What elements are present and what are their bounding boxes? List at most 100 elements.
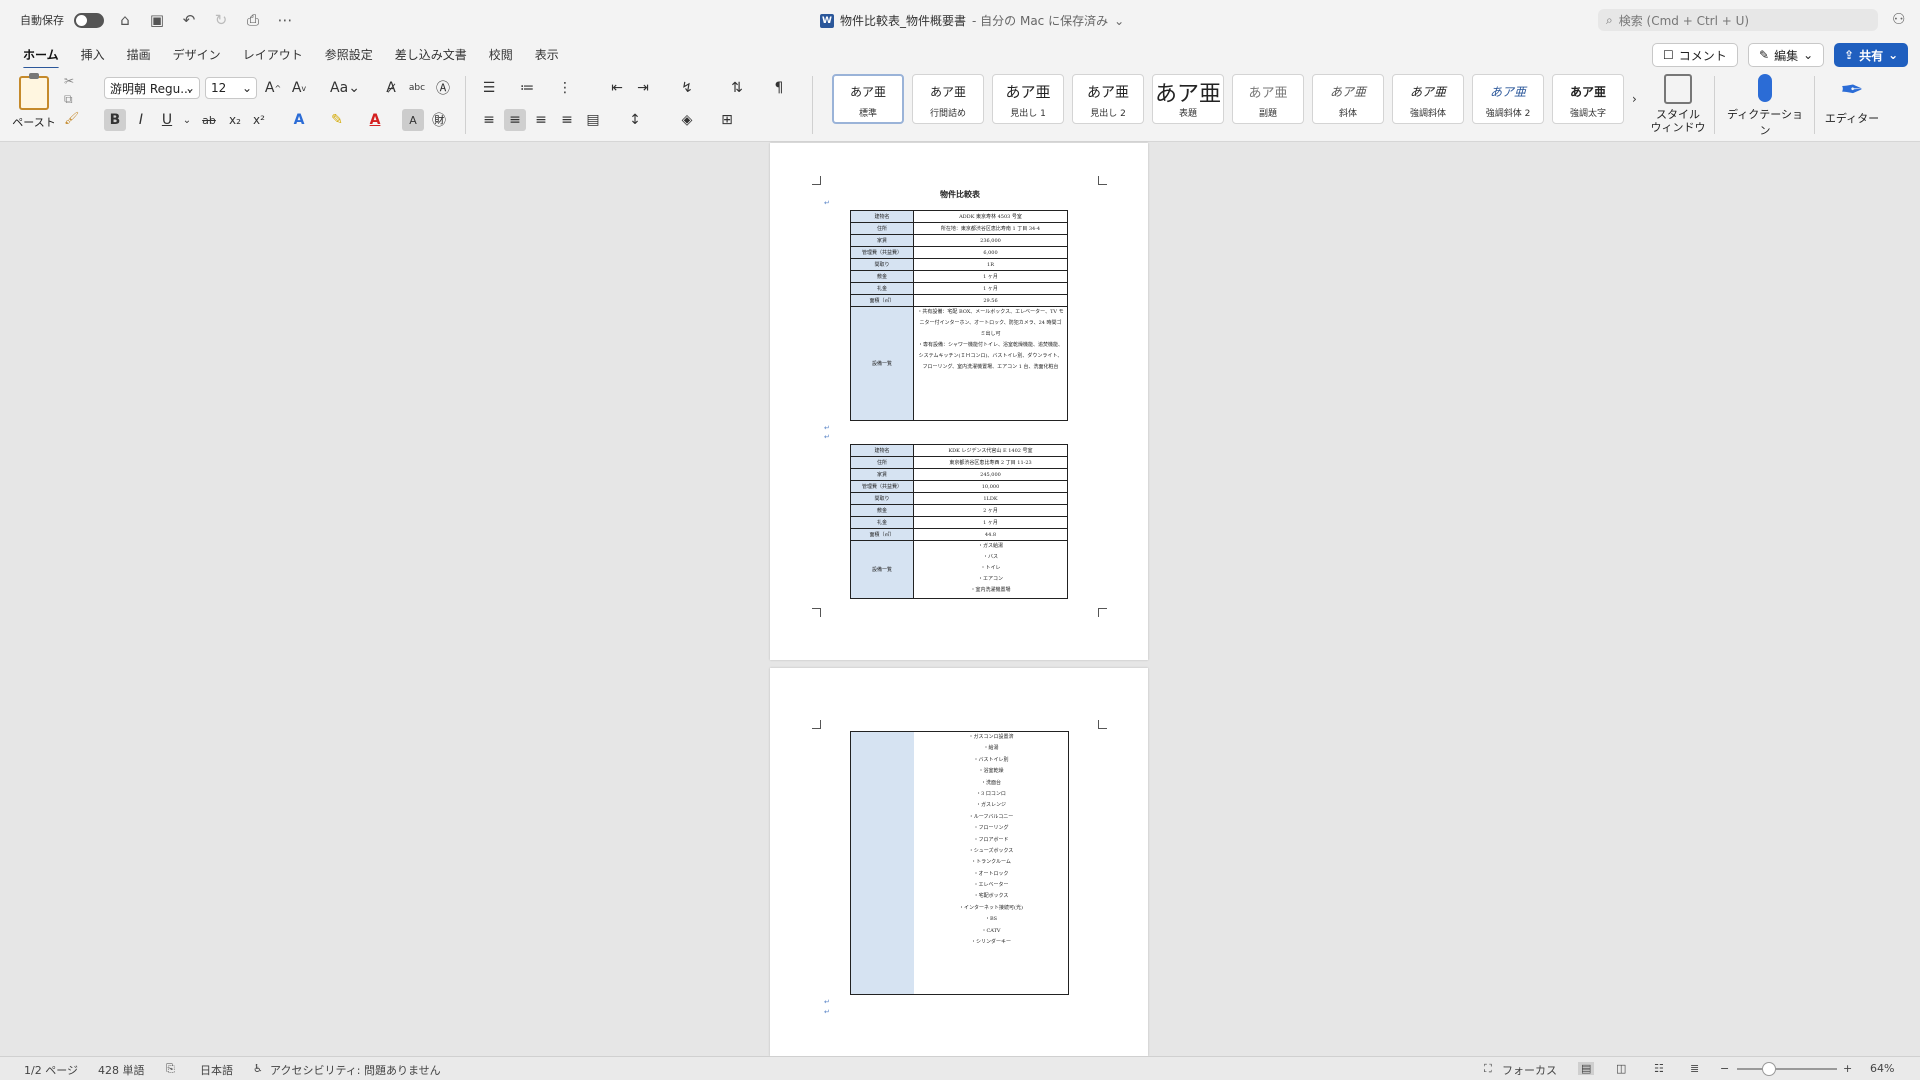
style-intense-emphasis[interactable]: あア亜 強調斜体 2 xyxy=(1472,74,1544,124)
justify-icon[interactable]: ≡ xyxy=(556,109,578,131)
zoom-slider[interactable] xyxy=(1737,1068,1837,1070)
paste-button[interactable]: ペースト xyxy=(12,73,56,130)
row-value[interactable]: 1 ヶ月 xyxy=(913,516,1068,529)
row-label[interactable]: 家賃 xyxy=(850,468,914,481)
enclose-characters-icon[interactable]: ㊖ xyxy=(428,109,450,131)
page-count[interactable]: 1/2 ページ xyxy=(24,1062,78,1078)
increase-indent-icon[interactable]: ⇥ xyxy=(632,77,654,99)
align-right-icon[interactable]: ≡ xyxy=(530,109,552,131)
sort-icon[interactable]: ⇅ xyxy=(726,77,748,99)
row-value[interactable]: 245,000 xyxy=(913,468,1068,481)
numbering-icon[interactable]: ≔ xyxy=(516,77,538,99)
facility-label[interactable]: 設備一覧 xyxy=(850,306,914,421)
proofing-icon[interactable]: ⎘ xyxy=(166,1062,175,1076)
row-value[interactable]: ADDK 東京寿林 4503 号室 xyxy=(913,210,1068,223)
word-count[interactable]: 428 単語 xyxy=(98,1062,145,1078)
row-label[interactable]: 敷金 xyxy=(850,504,914,517)
editor-button[interactable]: ✒ エディター xyxy=(1822,74,1882,126)
facility-value[interactable]: ・ガス給湯 ・バス ・トイレ ・エアコン ・室内洗濯機置場 xyxy=(913,540,1068,599)
font-name-select[interactable]: 游明朝 Regu... ⌄ xyxy=(104,77,200,99)
row-value[interactable]: 2 ヶ月 xyxy=(913,504,1068,517)
tab-review[interactable]: 校閲 xyxy=(478,42,524,67)
tab-mailings[interactable]: 差し込み文書 xyxy=(384,42,478,67)
save-icon[interactable]: ▣ xyxy=(146,11,168,29)
change-case-button[interactable]: Aa ⌄ xyxy=(328,77,362,99)
italic-button[interactable]: I xyxy=(130,109,152,131)
tab-view[interactable]: 表示 xyxy=(524,42,570,67)
row-value[interactable]: KDK レジデンス代官山 E 1402 号室 xyxy=(913,444,1068,457)
row-value[interactable]: 236,000 xyxy=(913,234,1068,247)
comment-button[interactable]: ☐ コメント xyxy=(1652,43,1738,67)
text-direction-icon[interactable]: ↯ xyxy=(676,77,698,99)
show-marks-icon[interactable]: ¶ xyxy=(768,77,790,99)
zoom-out-icon[interactable]: − xyxy=(1720,1062,1729,1075)
subscript-button[interactable]: x₂ xyxy=(224,109,246,131)
align-center-icon[interactable]: ≡ xyxy=(504,109,526,131)
row-value[interactable]: 10,000 xyxy=(913,480,1068,493)
row-value[interactable]: 6,000 xyxy=(913,246,1068,259)
row-label[interactable]: 面積（㎡） xyxy=(850,294,914,307)
table-continued-label-cell[interactable] xyxy=(850,731,915,995)
line-spacing-icon[interactable]: ↕ xyxy=(624,109,646,131)
autosave-toggle[interactable] xyxy=(74,12,104,28)
row-value[interactable]: 1LDK xyxy=(913,492,1068,505)
row-label[interactable]: 敷金 xyxy=(850,270,914,283)
clear-formatting-icon[interactable]: A̷ xyxy=(380,77,402,99)
strikethrough-button[interactable]: ab xyxy=(198,109,220,131)
tab-draw[interactable]: 描画 xyxy=(116,42,162,67)
tab-design[interactable]: デザイン xyxy=(162,42,232,67)
row-label[interactable]: 礼金 xyxy=(850,282,914,295)
style-subtitle[interactable]: あア亜 副題 xyxy=(1232,74,1304,124)
tab-layout[interactable]: レイアウト xyxy=(232,42,314,67)
distributed-icon[interactable]: ▤ xyxy=(582,109,604,131)
cut-icon[interactable]: ✂ xyxy=(64,74,79,88)
document-heading[interactable]: 物件比較表 xyxy=(940,189,980,200)
language[interactable]: 日本語 xyxy=(200,1062,233,1078)
borders-icon[interactable]: ⊞ xyxy=(716,109,738,131)
row-value[interactable]: 44.8 xyxy=(913,528,1068,541)
style-strong[interactable]: あア亜 強調太字 xyxy=(1552,74,1624,124)
document-title[interactable]: W 物件比較表_物件概要書 - 自分の Mac に保存済み ⌄ xyxy=(820,12,1124,29)
person-share-icon[interactable]: ⚇ xyxy=(1892,10,1905,28)
zoom-slider-handle[interactable] xyxy=(1762,1062,1776,1076)
tab-references[interactable]: 参照設定 xyxy=(314,42,384,67)
row-label[interactable]: 礼金 xyxy=(850,516,914,529)
row-value[interactable]: 29.56 xyxy=(913,294,1068,307)
phonetic-guide-icon[interactable]: abc xyxy=(406,77,428,99)
multilevel-list-icon[interactable]: ⋮ xyxy=(554,77,576,99)
styles-more-icon[interactable]: › xyxy=(1632,92,1637,106)
zoom-in-icon[interactable]: + xyxy=(1843,1062,1852,1075)
search-input[interactable]: ⌕ 検索 (Cmd + Ctrl + U) xyxy=(1598,9,1878,31)
share-button[interactable]: ⇪ 共有 ⌄ xyxy=(1834,43,1909,67)
row-label[interactable]: 間取り xyxy=(850,492,914,505)
font-size-select[interactable]: 12 ⌄ xyxy=(205,77,257,99)
decrease-indent-icon[interactable]: ⇤ xyxy=(606,77,628,99)
align-left-icon[interactable]: ≡ xyxy=(478,109,500,131)
row-value[interactable]: 東京都渋谷区恵比寿西 2 丁目 11-23 xyxy=(913,456,1068,469)
more-icon[interactable]: ⋯ xyxy=(274,11,296,29)
row-label[interactable]: 住所 xyxy=(850,456,914,469)
table-continued-value-cell[interactable]: ・ガスコンロ設置済 ・給湯 ・バストイレ別 ・浴室乾燥 ・洗面台 ・3 口コンロ ・ガスレン… xyxy=(914,731,1069,995)
row-label[interactable]: 間取り xyxy=(850,258,914,271)
draft-view-icon[interactable]: ≣ xyxy=(1690,1062,1699,1075)
row-value[interactable]: 所在地：東京都渋谷区恵比寿南 1 丁目 34-4 xyxy=(913,222,1068,235)
undo-icon[interactable]: ↶ xyxy=(178,11,200,29)
row-label[interactable]: 建物名 xyxy=(850,444,914,457)
row-value[interactable]: 1R xyxy=(913,258,1068,271)
row-label[interactable]: 住所 xyxy=(850,222,914,235)
superscript-button[interactable]: x² xyxy=(248,109,270,131)
accessibility-status[interactable]: アクセシビリティ: 問題ありません xyxy=(270,1062,441,1078)
font-color-icon[interactable]: A xyxy=(364,109,386,131)
row-value[interactable]: 1 ヶ月 xyxy=(913,282,1068,295)
shrink-font-icon[interactable]: Av xyxy=(288,77,310,99)
bullets-icon[interactable]: ☰ xyxy=(478,77,500,99)
focus-button[interactable]: フォーカス xyxy=(1502,1062,1557,1078)
dictation-button[interactable]: ディクテーション xyxy=(1722,74,1808,138)
copy-icon[interactable]: ⧉ xyxy=(64,92,79,107)
style-title[interactable]: あア亜 表題 xyxy=(1152,74,1224,124)
web-layout-icon[interactable]: ◫ xyxy=(1616,1062,1626,1075)
shading-icon[interactable]: ◈ xyxy=(676,109,698,131)
style-window-button[interactable]: スタイル ウィンドウ xyxy=(1650,74,1706,134)
grow-font-icon[interactable]: A ^ xyxy=(262,77,284,99)
style-emphasis[interactable]: あア亜 強調斜体 xyxy=(1392,74,1464,124)
